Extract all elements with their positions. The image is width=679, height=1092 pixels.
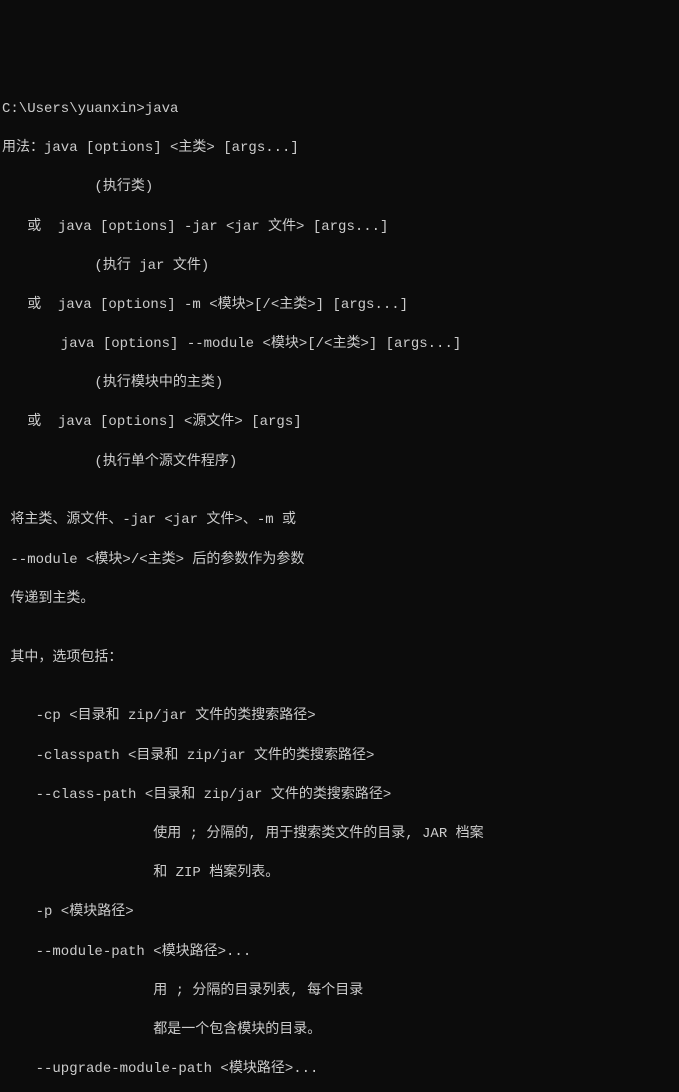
output-line: --upgrade-module-path <模块路径>... <box>2 1060 677 1080</box>
output-line: 将主类、源文件、-jar <jar 文件>、-m 或 <box>2 511 677 531</box>
output-line: 传递到主类。 <box>2 590 677 610</box>
output-line: 使用 ; 分隔的, 用于搜索类文件的目录, JAR 档案 <box>2 825 677 845</box>
output-line: 用 ; 分隔的目录列表, 每个目录 <box>2 982 677 1002</box>
output-line: 用法：java [options] <主类> [args...] <box>2 139 677 159</box>
output-line: 或 java [options] <源文件> [args] <box>2 413 677 433</box>
terminal-output: C:\Users\yuanxin>java 用法：java [options] … <box>2 80 677 1092</box>
output-line: -cp <目录和 zip/jar 文件的类搜索路径> <box>2 707 677 727</box>
output-line: 其中，选项包括： <box>2 649 677 669</box>
output-line: (执行单个源文件程序) <box>2 453 677 473</box>
output-line: java [options] --module <模块>[/<主类>] [arg… <box>2 335 677 355</box>
output-line: 都是一个包含模块的目录。 <box>2 1021 677 1041</box>
output-line: (执行模块中的主类) <box>2 374 677 394</box>
command-prompt-line: C:\Users\yuanxin>java <box>2 100 677 120</box>
output-line: 和 ZIP 档案列表。 <box>2 864 677 884</box>
output-line: -classpath <目录和 zip/jar 文件的类搜索路径> <box>2 747 677 767</box>
output-line: -p <模块路径> <box>2 903 677 923</box>
output-line: 或 java [options] -jar <jar 文件> [args...] <box>2 218 677 238</box>
output-line: 或 java [options] -m <模块>[/<主类>] [args...… <box>2 296 677 316</box>
output-line: --class-path <目录和 zip/jar 文件的类搜索路径> <box>2 786 677 806</box>
output-line: (执行类) <box>2 178 677 198</box>
output-line: (执行 jar 文件) <box>2 257 677 277</box>
output-line: --module <模块>/<主类> 后的参数作为参数 <box>2 551 677 571</box>
output-line: --module-path <模块路径>... <box>2 943 677 963</box>
